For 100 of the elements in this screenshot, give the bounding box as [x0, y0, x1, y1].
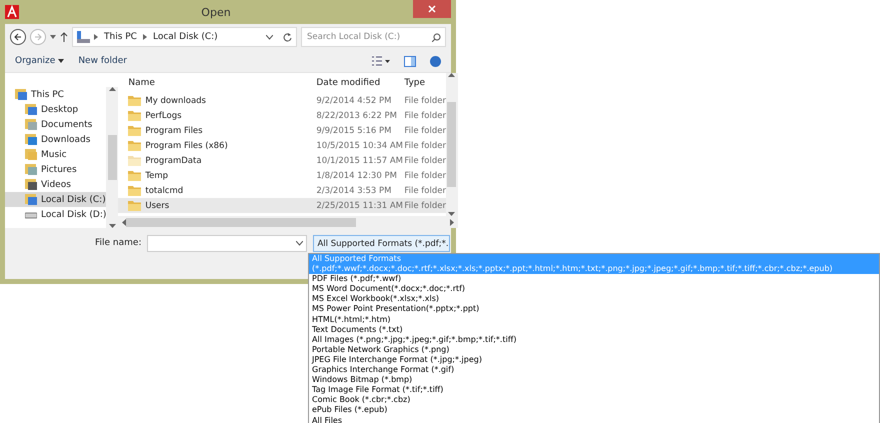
date-cell-text: 2/3/2014 3:53 PM	[316, 186, 393, 196]
drive-icon	[77, 31, 90, 43]
app-logo-icon	[5, 5, 19, 19]
close-button[interactable]	[413, 0, 451, 18]
type-cell: File folder	[404, 126, 446, 136]
close-icon	[428, 5, 436, 13]
file-name-field[interactable]	[147, 235, 308, 252]
folder-icon	[128, 185, 142, 196]
forward-arrow-icon	[34, 33, 42, 41]
column-header[interactable]: Date modified	[316, 78, 404, 88]
sidebar-item[interactable]: Downloads	[5, 132, 106, 147]
view-list-icon[interactable]	[372, 56, 390, 66]
file-name: totalcmd	[128, 185, 316, 196]
sidebar-item[interactable]: Music	[5, 147, 106, 162]
column-header[interactable]: Type	[404, 78, 446, 88]
new-folder-button[interactable]: New folder	[78, 56, 127, 66]
scrollbar-thumb[interactable]	[447, 102, 456, 187]
sidebar-item[interactable]: Desktop	[5, 102, 106, 117]
computer-icon	[15, 89, 27, 100]
chevron-icon	[94, 34, 98, 40]
date-cell: 2/25/2015 11:31 AM	[316, 200, 404, 210]
back-button[interactable]	[10, 29, 26, 45]
back-arrow-icon	[14, 33, 22, 41]
file-name: PerfLogs	[128, 110, 316, 121]
file-row[interactable]: Temp 1/8/2014 12:30 PM File folder	[118, 168, 446, 183]
file-row[interactable]: Users 2/25/2015 11:31 AM File folder	[118, 198, 446, 213]
date-cell: 10/1/2015 11:57 AM	[316, 156, 404, 166]
pictures-folder-icon	[25, 164, 37, 175]
sidebar-item[interactable]: Pictures	[5, 162, 106, 177]
scroll-right-arrow-icon[interactable]	[450, 218, 454, 226]
refresh-icon[interactable]	[283, 32, 292, 42]
type-cell: File folder	[404, 186, 446, 196]
address-bar[interactable]: This PC Local Disk (C:)	[72, 27, 297, 47]
file-name-label: File name:	[95, 237, 142, 248]
folder-icon	[128, 125, 142, 136]
date-cell-text: 8/22/2013 6:22 PM	[316, 110, 398, 120]
scrollbar[interactable]	[106, 87, 118, 228]
date-cell: 10/5/2015 10:34 AM	[316, 140, 404, 150]
breadcrumb-item[interactable]: This PC	[102, 32, 139, 42]
file-row[interactable]: My downloads 9/2/2014 4:52 PM File folder	[118, 93, 446, 108]
file-name: My downloads	[128, 95, 316, 106]
date-cell-text: 9/9/2015 5:16 PM	[316, 126, 393, 136]
scrollbar-thumb[interactable]	[108, 135, 117, 180]
organize-button[interactable]: Organize	[15, 56, 64, 66]
preview-pane-icon[interactable]	[404, 56, 416, 66]
scroll-left-arrow-icon[interactable]	[122, 218, 126, 226]
type-cell: File folder	[404, 140, 446, 150]
documents-folder-icon	[25, 119, 37, 130]
folder-icon	[128, 110, 142, 121]
file-row[interactable]: totalcmd 2/3/2014 3:53 PM File folder	[118, 183, 446, 198]
sidebar-item[interactable]: Local Disk (C:)	[5, 192, 106, 207]
type-cell: File folder	[404, 156, 446, 166]
folder-icon	[128, 155, 142, 166]
horizontal-scrollbar[interactable]	[118, 216, 458, 228]
chevron-icon	[142, 34, 147, 40]
file-name: ProgramData	[128, 155, 316, 166]
file-row[interactable]: Program Files 9/9/2015 5:16 PM File folder	[118, 123, 446, 138]
folder-icon	[128, 140, 142, 151]
folder-icon	[128, 95, 142, 106]
file-name: Program Files (x86)	[128, 140, 316, 151]
type-cell: File folder	[404, 96, 446, 106]
up-arrow-icon[interactable]	[60, 32, 68, 42]
search-field[interactable]: Search Local Disk (C:)	[301, 27, 446, 47]
videos-folder-icon	[25, 179, 37, 190]
dropdown-chevron-icon[interactable]	[266, 34, 273, 40]
date-cell-text: 9/2/2014 4:52 PM	[316, 96, 393, 106]
file-name: Temp	[128, 170, 316, 181]
type-cell: File folder	[404, 170, 446, 180]
scrollbar-thumb[interactable]	[126, 218, 356, 226]
scroll-up-arrow-icon[interactable]	[108, 87, 116, 91]
music-folder-icon	[25, 149, 37, 160]
date-cell-text: 1/8/2014 12:30 PM	[316, 170, 398, 180]
file-type-dropdown[interactable]: All Supported Formats (*.pdf;*.	[313, 235, 450, 252]
scroll-down-arrow-icon[interactable]	[108, 224, 116, 228]
type-cell: File folder	[404, 110, 446, 120]
caret-icon	[58, 59, 64, 63]
sidebar-item[interactable]: Videos	[5, 177, 106, 192]
sidebar-item[interactable]: Local Disk (D:)	[5, 207, 106, 222]
scroll-up-arrow-icon[interactable]	[448, 73, 456, 77]
scrollbar[interactable]	[446, 73, 458, 216]
downloads-folder-icon	[25, 134, 37, 145]
column-header[interactable]: Name	[128, 78, 316, 88]
window-title: Open	[200, 6, 232, 18]
file-row[interactable]: Program Files (x86) 10/5/2015 10:34 AM File folder	[118, 138, 446, 153]
type-cell: File folder	[404, 200, 446, 210]
sidebar-item[interactable]: This PC	[5, 87, 106, 102]
sidebar-item[interactable]: Documents	[5, 117, 106, 132]
drive-icon	[25, 194, 37, 205]
search-icon	[432, 33, 441, 42]
breadcrumb-item[interactable]: Local Disk (C:)	[150, 32, 220, 42]
folder-icon	[128, 200, 142, 211]
file-name: Users	[128, 200, 316, 211]
desktop-folder-icon	[25, 104, 37, 115]
file-row[interactable]: PerfLogs 8/22/2013 6:22 PM File folder	[118, 108, 446, 123]
scroll-down-arrow-icon[interactable]	[448, 212, 456, 216]
file-name: Program Files	[128, 125, 316, 136]
dropdown-chevron-icon	[296, 241, 304, 246]
caret-icon	[50, 35, 56, 39]
file-row[interactable]: ProgramData 10/1/2015 11:57 AM File folder	[118, 153, 446, 168]
folder-icon	[128, 170, 142, 181]
